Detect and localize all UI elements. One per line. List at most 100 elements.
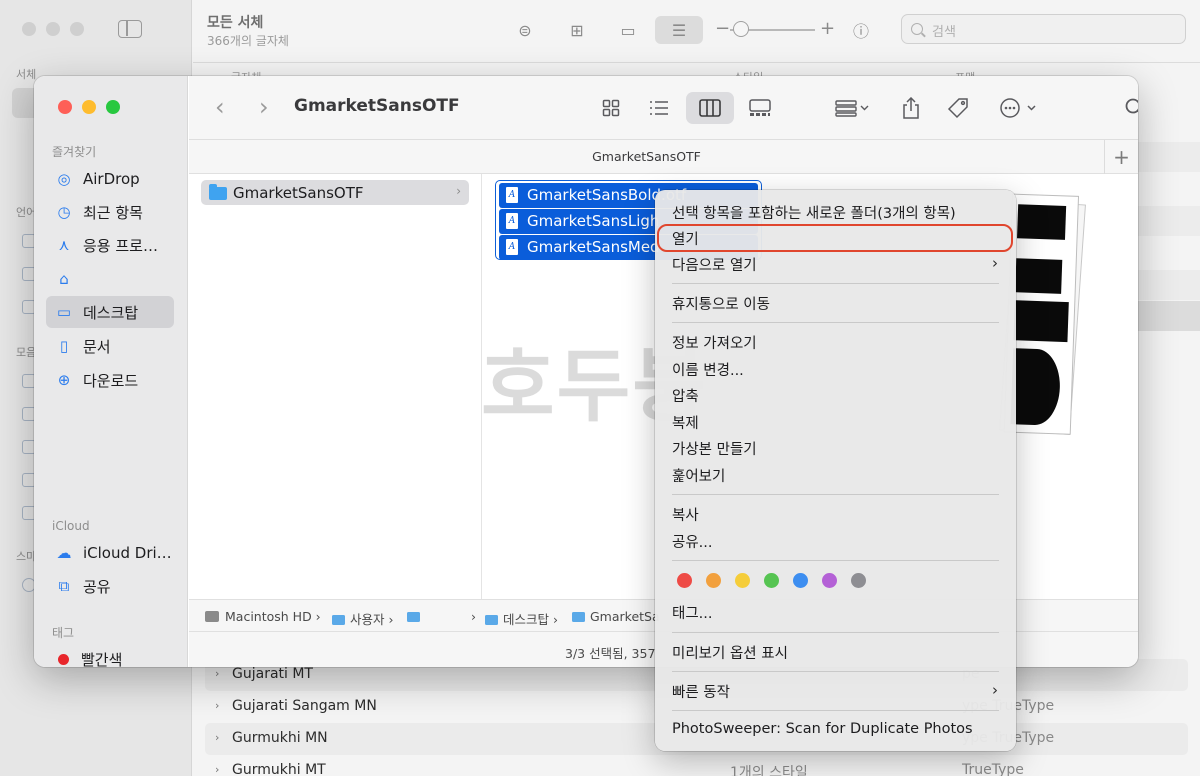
sidebar-item-home[interactable]: ⌂ bbox=[46, 263, 174, 295]
fontbook-zoom-button[interactable] bbox=[70, 22, 84, 36]
menu-item-rename[interactable]: 이름 변경... bbox=[672, 359, 744, 380]
list-view-icon[interactable]: ☰ bbox=[655, 16, 703, 44]
sidebar-item-label: 빨간색 bbox=[81, 650, 123, 668]
gallery-view-button[interactable] bbox=[744, 92, 776, 124]
sidebar-item-applications[interactable]: ⋏ 응용 프로… bbox=[46, 229, 174, 261]
column-view-icon bbox=[699, 99, 721, 117]
menu-item-new-folder-with-selection[interactable]: 선택 항목을 포함하는 새로운 폴더(3개의 항목) bbox=[672, 202, 956, 223]
disclosure-chevron-icon[interactable]: › bbox=[215, 699, 219, 712]
apps-icon: ⋏ bbox=[58, 236, 70, 254]
path-item[interactable]: GmarketSa bbox=[572, 609, 660, 624]
menu-item-open[interactable]: 열기 bbox=[672, 228, 699, 249]
menu-item-share[interactable]: 공유... bbox=[672, 531, 713, 552]
font-family-name: Gujarati Sangam MN bbox=[232, 698, 377, 714]
path-item-label: 사용자 bbox=[350, 612, 385, 627]
disclosure-chevron-icon[interactable]: › bbox=[215, 731, 219, 744]
back-button[interactable]: ‹ bbox=[215, 93, 225, 121]
menu-item-move-to-trash[interactable]: 휴지통으로 이동 bbox=[672, 293, 770, 314]
grid-view-icon[interactable]: ⊞ bbox=[561, 16, 593, 44]
info-icon[interactable]: ⓘ bbox=[845, 16, 877, 44]
column-path-header: GmarketSansOTF + bbox=[189, 140, 1138, 174]
window-title: GmarketSansOTF bbox=[294, 96, 460, 116]
font-family-name: Gurmukhi MT bbox=[232, 762, 326, 776]
path-item[interactable]: 데스크탑 › bbox=[485, 609, 558, 628]
path-item[interactable]: Macintosh HD › bbox=[205, 609, 321, 624]
add-tab-button[interactable]: + bbox=[1104, 140, 1138, 174]
sidebar-item-airdrop[interactable]: ◎ AirDrop bbox=[46, 163, 174, 195]
sidebar-item-downloads[interactable]: ⊕ 다운로드 bbox=[46, 364, 174, 396]
share-button[interactable] bbox=[895, 92, 927, 124]
browser-column-1: GmarketSansOTF › bbox=[189, 174, 482, 599]
sidebar-item-tag-red[interactable]: 빨간색 bbox=[46, 643, 174, 667]
menu-separator bbox=[672, 560, 999, 561]
menu-item-copy[interactable]: 복사 bbox=[672, 504, 699, 525]
column-view-button[interactable] bbox=[686, 92, 734, 124]
strip-view-icon[interactable]: ▭ bbox=[612, 16, 644, 44]
sidebar-item-recents[interactable]: ◷ 최근 항목 bbox=[46, 196, 174, 228]
sidebar-item-label: 문서 bbox=[83, 337, 111, 356]
sidebar-item-desktop[interactable]: ▭ 데스크탑 bbox=[46, 296, 174, 328]
finder-sidebar: 즐겨찾기 ◎ AirDrop ◷ 최근 항목 ⋏ 응용 프로… ⌂ ▭ 데스크탑… bbox=[34, 76, 188, 667]
minimize-button[interactable] bbox=[82, 100, 96, 114]
menu-item-make-alias[interactable]: 가상본 만들기 bbox=[672, 438, 757, 459]
sidebar-item-icloud-drive[interactable]: ☁ iCloud Dri… bbox=[46, 537, 174, 569]
tag-color-dot[interactable] bbox=[822, 573, 837, 588]
menu-item-tags[interactable]: 태그... bbox=[672, 602, 713, 623]
size-slider-knob[interactable] bbox=[733, 21, 749, 37]
tag-icon bbox=[947, 98, 968, 119]
icon-view-button[interactable] bbox=[595, 92, 627, 124]
sidebar-item-documents[interactable]: ▯ 문서 bbox=[46, 330, 174, 362]
zoom-out-icon[interactable]: − bbox=[715, 18, 730, 39]
tag-color-dot[interactable] bbox=[764, 573, 779, 588]
table-row[interactable]: › Gurmukhi MT 1개의 스타일 TrueType bbox=[205, 755, 1188, 776]
menu-item-quick-look[interactable]: 훑어보기 bbox=[672, 465, 725, 486]
cloud-icon: ☁ bbox=[56, 544, 72, 562]
tag-color-dot[interactable] bbox=[793, 573, 808, 588]
menu-item-duplicate[interactable]: 복제 bbox=[672, 412, 699, 433]
tag-button[interactable] bbox=[942, 92, 974, 124]
menu-item-open-with[interactable]: 다음으로 열기 bbox=[672, 254, 757, 275]
fontbook-subtitle: 366개의 글자체 bbox=[207, 34, 289, 48]
icon-view-icon bbox=[602, 99, 620, 117]
disclosure-chevron-icon[interactable]: › bbox=[215, 763, 219, 776]
sidebar-item-label: 최근 항목 bbox=[83, 203, 143, 222]
list-view-button[interactable] bbox=[643, 92, 675, 124]
sidebar-item-shared[interactable]: ⧉ 공유 bbox=[46, 570, 174, 602]
filter-icon[interactable]: ⊜ bbox=[509, 16, 541, 44]
tag-color-dot[interactable] bbox=[735, 573, 750, 588]
highlight-ring bbox=[657, 224, 1013, 252]
menu-item-show-preview-options[interactable]: 미리보기 옵션 표시 bbox=[672, 642, 788, 663]
search-button[interactable] bbox=[1119, 92, 1138, 124]
more-actions-button[interactable] bbox=[995, 92, 1043, 124]
zoom-in-icon[interactable]: + bbox=[820, 18, 835, 39]
fontbook-close-button[interactable] bbox=[22, 22, 36, 36]
font-format: TrueType bbox=[962, 762, 1024, 776]
disclosure-chevron-icon[interactable]: › bbox=[215, 667, 219, 680]
zoom-button[interactable] bbox=[106, 100, 120, 114]
folder-item[interactable]: GmarketSansOTF › bbox=[201, 180, 469, 205]
font-family-name: Gujarati MT bbox=[232, 666, 313, 682]
folder-icon bbox=[209, 184, 227, 200]
search-icon bbox=[1125, 98, 1138, 114]
path-item[interactable]: 사용자 › bbox=[332, 609, 394, 628]
sidebar-toggle-icon[interactable] bbox=[118, 20, 142, 38]
forward-button[interactable]: › bbox=[259, 93, 269, 121]
context-menu: 선택 항목을 포함하는 새로운 폴더(3개의 항목) 열기 다음으로 열기 › … bbox=[655, 190, 1016, 751]
icloud-header: iCloud bbox=[52, 519, 90, 533]
tag-color-dot[interactable] bbox=[706, 573, 721, 588]
path-item[interactable] bbox=[407, 609, 425, 624]
red-tag-dot bbox=[58, 653, 69, 665]
menu-item-compress[interactable]: 압축 bbox=[672, 385, 699, 406]
fontbook-minimize-button[interactable] bbox=[46, 22, 60, 36]
font-file-icon: A bbox=[506, 187, 518, 203]
fontbook-search-input[interactable]: 검색 bbox=[901, 14, 1186, 44]
path-item-label: GmarketSa bbox=[590, 609, 660, 624]
menu-item-photosweeper[interactable]: PhotoSweeper: Scan for Duplicate Photos bbox=[672, 721, 973, 737]
menu-separator bbox=[672, 322, 999, 323]
close-button[interactable] bbox=[58, 100, 72, 114]
menu-item-quick-actions[interactable]: 빠른 동작 bbox=[672, 681, 730, 702]
tag-color-dot[interactable] bbox=[851, 573, 866, 588]
menu-item-get-info[interactable]: 정보 가져오기 bbox=[672, 332, 757, 353]
group-by-button[interactable] bbox=[829, 92, 877, 124]
tag-color-dot[interactable] bbox=[677, 573, 692, 588]
